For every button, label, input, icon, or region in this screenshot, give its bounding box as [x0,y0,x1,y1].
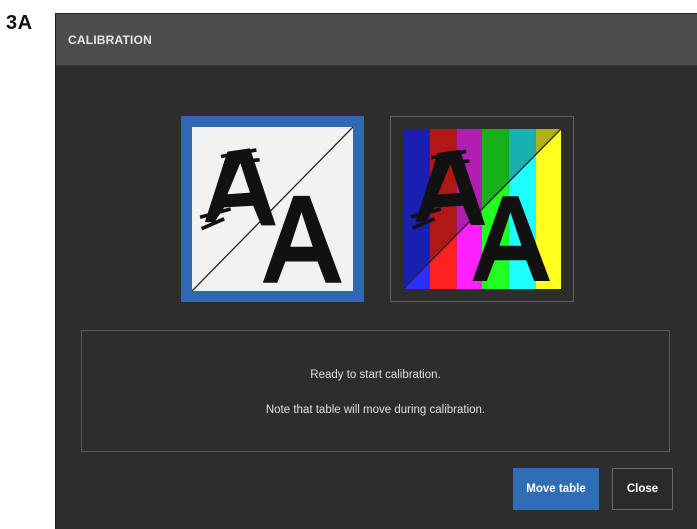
grayscale-mode-tile[interactable] [181,116,364,302]
status-message: Ready to start calibration. [310,369,441,381]
move-table-button[interactable]: Move table [513,468,599,510]
dialog-titlebar: CALIBRATION [56,14,697,66]
status-note: Note that table will move during calibra… [265,404,486,416]
figure-label: 3A [6,12,33,34]
calibration-dialog: CALIBRATION Ready to start calibration. … [56,14,697,529]
dialog-title: CALIBRATION [68,33,152,47]
close-button[interactable]: Close [612,468,673,510]
color-bars-pattern-icon [403,129,561,289]
color-mode-tile[interactable] [390,116,574,302]
status-panel: Ready to start calibration. Note that ta… [81,330,670,452]
grayscale-pattern-icon [192,127,353,291]
